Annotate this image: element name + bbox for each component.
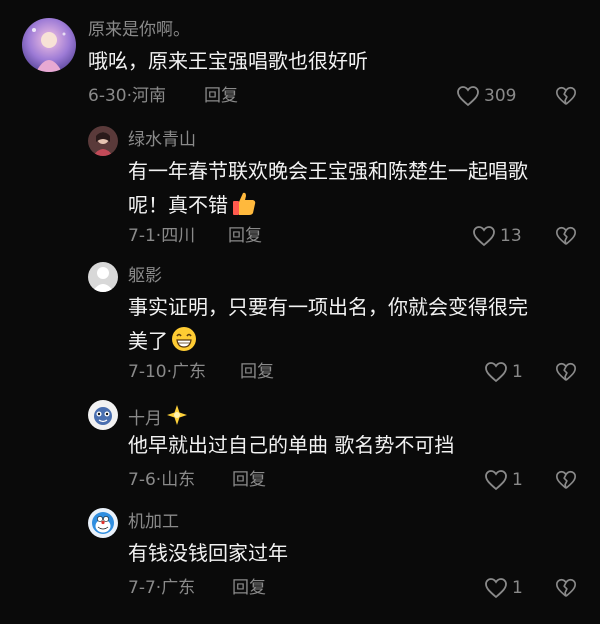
comment-text: 事实证明，只要有一项出名，你就会变得很完 美了 xyxy=(128,290,528,363)
like-count: 1 xyxy=(512,578,523,598)
comment-location: 山东 xyxy=(161,470,196,490)
comment-date: 7-10 xyxy=(128,362,167,382)
comment-text-line: 有钱没钱回家过年 xyxy=(128,541,288,565)
comment-username[interactable]: 机加工 xyxy=(128,512,179,532)
like-count: 13 xyxy=(500,226,522,246)
like-button[interactable]: 1 xyxy=(484,360,523,384)
thumbs-up-icon xyxy=(230,191,258,227)
reply-button[interactable]: 回复 xyxy=(204,86,238,106)
broken-heart-icon xyxy=(556,226,576,245)
like-button[interactable]: 1 xyxy=(484,468,523,492)
comment-meta: 7-6·山东 xyxy=(128,470,195,490)
comment-text: 有钱没钱回家过年 xyxy=(128,536,288,570)
like-button[interactable]: 13 xyxy=(472,224,522,248)
reply-button[interactable]: 回复 xyxy=(232,578,266,598)
avatar[interactable] xyxy=(88,400,118,430)
comment-item: 十月 他早就出过自己的单曲 歌名势不可挡 7-6·山东 回复 1 xyxy=(0,396,600,502)
comment-text-line-2: 美了 xyxy=(128,324,528,363)
heart-icon xyxy=(485,578,507,599)
comment-meta: 6-30·河南 xyxy=(88,86,166,106)
broken-heart-icon xyxy=(556,362,576,381)
comment-location: 河南 xyxy=(132,86,166,106)
comment-text-line: 呢！真不错 xyxy=(128,193,228,217)
comment-text-line: 哦吆，原来王宝强唱歌也很好听 xyxy=(88,49,368,73)
heart-icon xyxy=(485,470,507,491)
dislike-button[interactable] xyxy=(555,469,577,493)
like-count: 1 xyxy=(512,362,523,382)
comment-meta: 7-10·广东 xyxy=(128,362,206,382)
comment-meta: 7-1·四川 xyxy=(128,226,195,246)
comment-item: 原来是你啊。 哦吆，原来王宝强唱歌也很好听 6-30·河南 回复 309 xyxy=(0,0,600,118)
comment-username[interactable]: 十月 xyxy=(128,404,188,431)
comment-item: 机加工 有钱没钱回家过年 7-7·广东 回复 1 xyxy=(0,502,600,624)
grinning-face-icon xyxy=(170,325,198,363)
reply-button[interactable]: 回复 xyxy=(228,226,262,246)
comment-text-line-2: 呢！真不错 xyxy=(128,188,528,227)
comment-location: 广东 xyxy=(161,578,196,598)
like-button[interactable]: 1 xyxy=(484,576,523,600)
comment-username-text: 十月 xyxy=(128,409,162,429)
comment-text-line: 事实证明，只要有一项出名，你就会变得很完 xyxy=(128,295,528,319)
sparkle-star-icon xyxy=(166,404,188,431)
broken-heart-icon xyxy=(556,86,576,105)
heart-icon xyxy=(457,86,479,107)
like-count: 1 xyxy=(512,470,523,490)
avatar[interactable] xyxy=(22,18,76,72)
broken-heart-icon xyxy=(556,578,576,597)
comment-text-line: 有一年春节联欢晚会王宝强和陈楚生一起唱歌 xyxy=(128,159,528,183)
dislike-button[interactable] xyxy=(555,361,577,385)
reply-button[interactable]: 回复 xyxy=(232,470,266,490)
comment-date: 7-7 xyxy=(128,578,156,598)
comment-text: 他早就出过自己的单曲 歌名势不可挡 xyxy=(128,428,454,462)
like-count: 309 xyxy=(484,86,517,106)
comment-username[interactable]: 绿水青山 xyxy=(128,130,196,150)
comment-text: 哦吆，原来王宝强唱歌也很好听 xyxy=(88,44,368,78)
comment-text-line: 他早就出过自己的单曲 歌名势不可挡 xyxy=(128,433,455,457)
avatar[interactable] xyxy=(88,262,118,292)
comment-date: 6-30 xyxy=(88,86,127,106)
comment-date: 7-1 xyxy=(128,226,156,246)
comment-location: 四川 xyxy=(161,226,196,246)
like-button[interactable]: 309 xyxy=(456,84,516,108)
dislike-button[interactable] xyxy=(555,85,577,109)
comment-text-line: 美了 xyxy=(128,329,168,353)
heart-icon xyxy=(473,226,495,247)
dislike-button[interactable] xyxy=(555,577,577,601)
reply-button[interactable]: 回复 xyxy=(240,362,274,382)
comment-username[interactable]: 原来是你啊。 xyxy=(88,20,190,40)
comment-item: 绿水青山 有一年春节联欢晚会王宝强和陈楚生一起唱歌 呢！真不错 7-1·四川 回… xyxy=(0,118,600,256)
heart-icon xyxy=(485,362,507,383)
avatar[interactable] xyxy=(88,126,118,156)
comment-date: 7-6 xyxy=(128,470,156,490)
comment-location: 广东 xyxy=(172,362,206,382)
avatar[interactable] xyxy=(88,508,118,538)
comment-text: 有一年春节联欢晚会王宝强和陈楚生一起唱歌 呢！真不错 xyxy=(128,154,528,227)
comment-meta: 7-7·广东 xyxy=(128,578,195,598)
dislike-button[interactable] xyxy=(555,225,577,249)
broken-heart-icon xyxy=(556,470,576,489)
comment-username[interactable]: 躯影 xyxy=(128,266,162,286)
comment-item: 躯影 事实证明，只要有一项出名，你就会变得很完 美了 7-10·广东 回复 1 xyxy=(0,256,600,396)
